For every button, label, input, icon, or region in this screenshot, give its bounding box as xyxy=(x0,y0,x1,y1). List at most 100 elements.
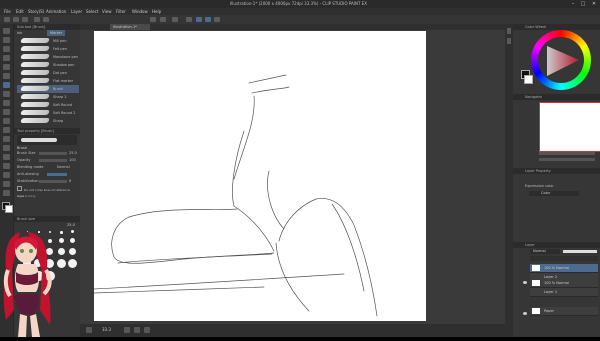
brush-item[interactable]: Shadow pen xyxy=(17,61,79,69)
brush-size-slider[interactable] xyxy=(39,151,67,155)
layer-row-layer2[interactable]: 100 % Normal xyxy=(530,264,598,273)
tab-illustration[interactable]: Illustration-1* xyxy=(110,24,150,30)
brush-item[interactable]: Mill pen xyxy=(17,37,79,45)
anti-aliasing-selector[interactable] xyxy=(47,172,67,176)
opacity-slider[interactable] xyxy=(39,158,67,162)
figure-tool-icon[interactable] xyxy=(3,145,10,151)
layer-opacity-slider[interactable] xyxy=(563,250,597,253)
brush-item[interactable]: Soft Round xyxy=(17,101,79,109)
lasso-tool-icon[interactable] xyxy=(3,55,10,61)
eyedropper-tool-icon[interactable] xyxy=(3,64,10,70)
text-tool-icon[interactable] xyxy=(3,172,10,178)
undo-icon[interactable] xyxy=(34,17,40,22)
fill-icon[interactable] xyxy=(160,17,166,22)
menu-file[interactable]: File xyxy=(4,8,11,15)
maximize-button[interactable]: □ xyxy=(578,0,588,8)
gradient-tool-icon[interactable] xyxy=(3,136,10,142)
fit-icon[interactable] xyxy=(144,327,150,333)
saturation-triangle[interactable] xyxy=(531,30,591,90)
transform-icon[interactable] xyxy=(172,17,178,22)
color-wheel[interactable] xyxy=(531,30,591,90)
visibility-eye-icon[interactable] xyxy=(523,312,527,315)
ruler-tool-icon[interactable] xyxy=(3,163,10,169)
new-icon[interactable] xyxy=(4,17,10,22)
subtool-group[interactable]: Ink xyxy=(17,31,22,35)
brush-item-selected[interactable]: Brush xyxy=(17,85,79,93)
reference-checkbox[interactable] xyxy=(17,186,22,191)
menu-select[interactable]: Select xyxy=(86,8,98,15)
open-icon[interactable] xyxy=(13,17,19,22)
canvas-paper[interactable] xyxy=(93,31,426,321)
stabilization-slider[interactable] xyxy=(39,179,67,183)
minimize-button[interactable]: – xyxy=(568,0,578,8)
prop-value: 100 xyxy=(69,158,76,162)
eraser-tool-icon[interactable] xyxy=(3,109,10,115)
airbrush-tool-icon[interactable] xyxy=(3,100,10,106)
layer-row-layer1[interactable]: 100 % Normal xyxy=(530,279,598,288)
menu-edit[interactable]: Edit xyxy=(16,8,24,15)
save-icon[interactable] xyxy=(22,17,28,22)
visibility-eye-icon[interactable] xyxy=(523,281,527,284)
layer-blend-select[interactable]: Normal xyxy=(530,249,560,254)
redo-icon[interactable] xyxy=(43,17,49,22)
brush-size-row[interactable]: Brush Size 25.0 xyxy=(17,150,77,156)
blending-mode-row[interactable]: Blending mode Normal xyxy=(17,164,77,170)
select-tool-icon[interactable] xyxy=(3,46,10,52)
menu-view[interactable]: View xyxy=(102,8,112,15)
pencil-tool-icon[interactable] xyxy=(3,91,10,97)
menu-layer[interactable]: Layer xyxy=(71,8,82,15)
move-tool-icon[interactable] xyxy=(3,37,10,43)
brush-item[interactable]: Soft Round 2 xyxy=(17,109,79,117)
expression-color-select[interactable]: Color xyxy=(529,191,579,196)
menu-window[interactable]: Window xyxy=(132,8,148,15)
scroll-up-icon[interactable] xyxy=(507,28,511,34)
brush-item[interactable]: Flat marker xyxy=(17,77,79,85)
blend-tool-icon[interactable] xyxy=(3,118,10,124)
brush-size-preset[interactable] xyxy=(60,231,63,234)
pen-tool-icon[interactable] xyxy=(3,73,10,79)
brush-item[interactable]: Felt pen xyxy=(17,45,79,53)
brush-size-preset[interactable] xyxy=(68,259,77,268)
sub-color-chip[interactable] xyxy=(524,75,533,84)
brush-size-preset[interactable] xyxy=(70,238,75,243)
brush-item[interactable]: Monotone pen xyxy=(17,53,79,61)
anti-aliasing-row[interactable]: Anti-aliasing xyxy=(17,171,77,177)
menu-story[interactable]: Story(S) xyxy=(28,8,44,15)
area-scaling-row[interactable]: Area scaling xyxy=(17,193,77,199)
fill-tool-icon[interactable] xyxy=(3,127,10,133)
opacity-row[interactable]: Opacity 100 xyxy=(17,157,77,163)
zoom-out-icon[interactable] xyxy=(124,327,130,333)
stabilization-row[interactable]: Stabilization 6 xyxy=(17,178,77,184)
navigator-rotate-slider[interactable] xyxy=(539,158,595,161)
correct-line-tool-icon[interactable] xyxy=(3,190,10,196)
navigator-thumbnail[interactable] xyxy=(539,102,600,152)
snap-special-icon[interactable] xyxy=(214,17,220,22)
zoom-tool-icon[interactable] xyxy=(3,28,10,34)
brush-size-preset[interactable] xyxy=(69,248,76,255)
brush-item[interactable]: Sharp 2 xyxy=(17,93,79,101)
snap-grid-icon[interactable] xyxy=(205,17,211,22)
blending-mode-select[interactable]: Normal xyxy=(57,164,70,170)
deselect-icon[interactable] xyxy=(186,17,192,22)
zoom-icon[interactable] xyxy=(86,327,92,333)
brush-size-preset[interactable] xyxy=(71,230,74,233)
brush-item[interactable]: Dot pen xyxy=(17,69,79,77)
layer-row-paper[interactable]: Paper xyxy=(530,307,598,316)
scroll-down-icon[interactable] xyxy=(507,38,511,44)
brush-item[interactable]: Sharp xyxy=(17,117,79,125)
menu-filter[interactable]: Filter xyxy=(116,8,126,15)
balloon-tool-icon[interactable] xyxy=(3,181,10,187)
zoom-in-icon[interactable] xyxy=(134,327,140,333)
reference-checkbox-row[interactable]: Do not cross lines of reference layer xyxy=(17,186,77,198)
frame-tool-icon[interactable] xyxy=(3,154,10,160)
brush-tool-icon[interactable] xyxy=(3,82,10,88)
clear-icon[interactable] xyxy=(150,17,156,22)
subtool-group-tab[interactable]: Marker xyxy=(47,30,66,36)
snap-ruler-icon[interactable] xyxy=(196,17,202,22)
vertical-scrollbar[interactable] xyxy=(505,24,513,337)
sub-color-swatch[interactable] xyxy=(5,205,13,213)
navigator-zoom-slider[interactable] xyxy=(539,152,595,155)
menu-animation[interactable]: Animation xyxy=(46,8,66,15)
menu-help[interactable]: Help xyxy=(152,8,161,15)
close-button[interactable]: ✕ xyxy=(589,0,599,8)
